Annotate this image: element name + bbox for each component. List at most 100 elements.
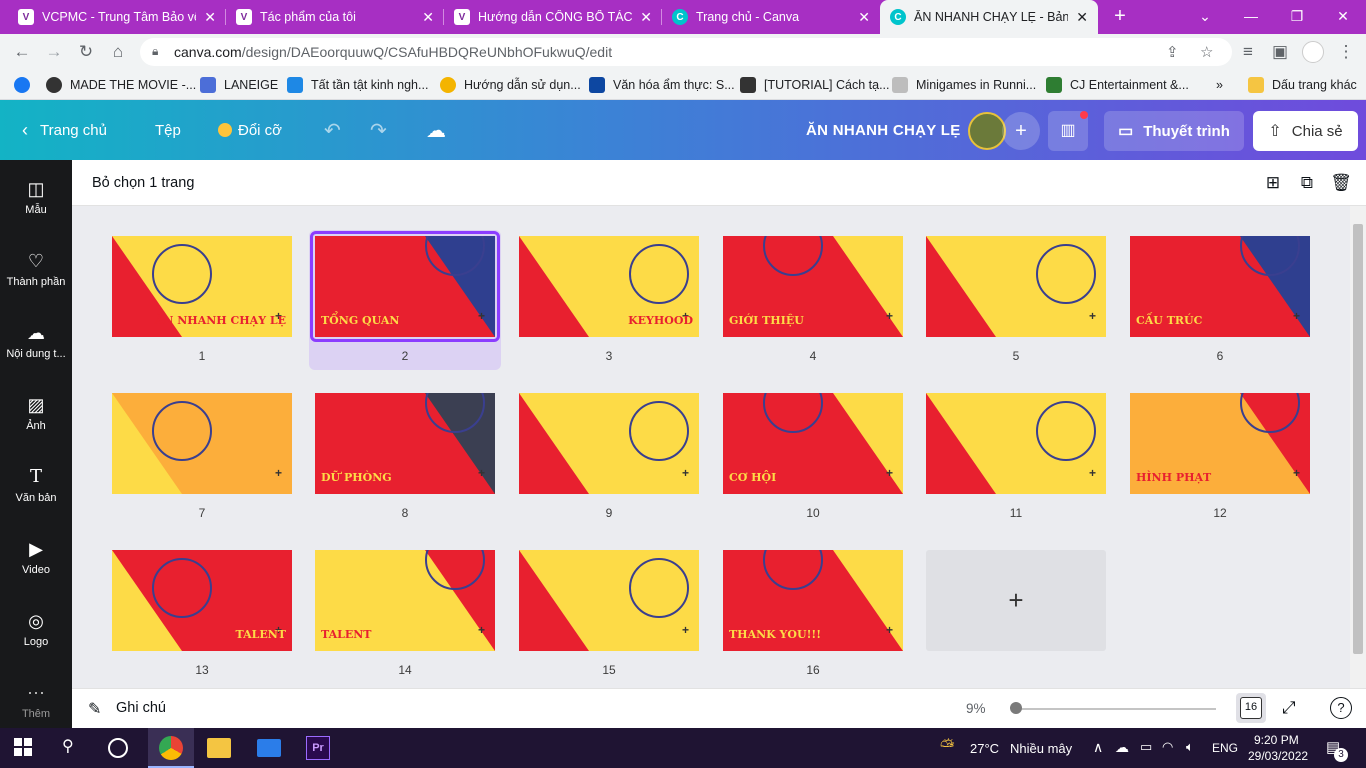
page-thumbnail-7[interactable]: +: [112, 393, 292, 494]
add-page-button[interactable]: +: [926, 550, 1106, 651]
sidebar-item-templates[interactable]: ◫ Mẫu: [0, 178, 72, 216]
bookmark-item[interactable]: Tất tần tật kinh ngh...: [287, 76, 428, 94]
fullscreen-icon[interactable]: ⤢: [1282, 698, 1296, 718]
notes-icon[interactable]: ✎: [88, 699, 101, 719]
collaborator-avatar[interactable]: [968, 112, 1006, 150]
share-button[interactable]: ⇧ Chia sẻ: [1253, 111, 1358, 151]
home-link[interactable]: ‹ Trang chủ: [22, 100, 107, 160]
close-tab-icon[interactable]: ✕: [204, 9, 216, 26]
page-thumbnail-3[interactable]: + KEYHOOD: [519, 236, 699, 337]
deselect-page-label[interactable]: Bỏ chọn 1 trang: [92, 175, 194, 191]
bookmark-item[interactable]: MADE THE MOVIE -...: [46, 76, 196, 94]
duplicate-page-icon[interactable]: ⧉: [1296, 172, 1318, 194]
notes-button[interactable]: Ghi chú: [116, 700, 166, 716]
add-collaborator-icon[interactable]: +: [1002, 112, 1040, 150]
scrollbar-thumb[interactable]: [1353, 224, 1363, 654]
volume-icon[interactable]: 🔈︎: [1186, 739, 1194, 755]
page-thumbnail-6[interactable]: + CẤU TRÚC: [1130, 236, 1310, 337]
sidebar-item-more[interactable]: ⋯ Thêm: [0, 682, 72, 720]
bookmark-item[interactable]: Hướng dẫn sử dụn...: [440, 76, 581, 94]
task-view-icon[interactable]: [108, 738, 128, 758]
redo-icon[interactable]: ↷: [370, 100, 387, 160]
weather-icon[interactable]: ⛅︎: [940, 736, 964, 760]
page-thumbnail-10[interactable]: + CƠ HỘI: [723, 393, 903, 494]
browser-tab-guide[interactable]: V Hướng dẫn CÔNG BỐ TÁC PH ✕: [444, 0, 662, 34]
sidebar-item-uploads[interactable]: ☁ Nội dung t...: [0, 322, 72, 360]
undo-icon[interactable]: ↶: [324, 100, 341, 160]
other-bookmarks[interactable]: Dấu trang khác: [1248, 76, 1357, 94]
close-tab-icon[interactable]: ✕: [640, 9, 652, 26]
page-thumbnail-16[interactable]: + THANK YOU!!!: [723, 550, 903, 651]
browser-tab-vcpmc[interactable]: V VCPMC - Trung Tâm Bảo vệ Q ✕: [8, 0, 226, 34]
minimize-icon[interactable]: —: [1228, 0, 1274, 34]
sidebar-item-photos[interactable]: ▨ Ảnh: [0, 394, 72, 432]
reload-icon[interactable]: ↻: [74, 40, 98, 64]
media-control-icon[interactable]: ≡: [1236, 40, 1260, 64]
forward-icon[interactable]: →: [42, 40, 66, 64]
page-thumbnail-1[interactable]: + ĂN NHANH CHẠY LẸ: [112, 236, 292, 337]
weather-temp[interactable]: 27°C: [970, 741, 999, 756]
close-tab-icon[interactable]: ✕: [858, 9, 870, 26]
page-thumbnail-12[interactable]: + HÌNH PHẠT: [1130, 393, 1310, 494]
bookmark-star-icon[interactable]: ☆: [1200, 43, 1213, 61]
mail-icon[interactable]: [257, 739, 281, 757]
tray-chevron-icon[interactable]: ∧: [1093, 739, 1103, 756]
sidebar-item-video[interactable]: ▶ Video: [0, 538, 72, 576]
zoom-slider-handle[interactable]: [1010, 702, 1022, 714]
zoom-slider[interactable]: [1016, 708, 1216, 710]
restore-icon[interactable]: ❐: [1274, 0, 1320, 34]
help-icon[interactable]: ?: [1330, 697, 1352, 719]
grid-scrollbar[interactable]: [1350, 206, 1366, 688]
page-thumbnail-13[interactable]: + TALENT: [112, 550, 292, 651]
tab-search-icon[interactable]: ⌄: [1182, 0, 1228, 34]
bookmark-item[interactable]: Minigames in Runni...: [892, 76, 1036, 94]
wifi-icon[interactable]: ◠: [1162, 739, 1173, 755]
design-title[interactable]: ĂN NHANH CHẠY LẸ: [806, 122, 961, 139]
url-bar[interactable]: 🔒︎ canva.com/design/DAEoorquuwQ/CSAfuHBD…: [140, 38, 1232, 66]
close-window-icon[interactable]: ✕: [1320, 0, 1366, 34]
bookmarks-overflow-icon[interactable]: »: [1216, 76, 1223, 94]
present-button[interactable]: ▭ Thuyết trình: [1104, 111, 1244, 151]
browser-tab-active-design[interactable]: C ĂN NHANH CHẠY LẸ - Bản th ✕: [880, 0, 1098, 34]
share-page-icon[interactable]: ⇪: [1166, 43, 1179, 61]
sidebar-item-logo[interactable]: ◎ Logo: [0, 610, 72, 648]
page-thumbnail-4[interactable]: + GIỚI THIỆU: [723, 236, 903, 337]
bookmark-item[interactable]: LANEIGE: [200, 76, 278, 94]
bookmark-item[interactable]: [14, 76, 38, 94]
bookmark-item[interactable]: Văn hóa ẩm thực: S...: [589, 76, 735, 94]
cloud-saved-icon[interactable]: ☁: [426, 100, 446, 160]
onedrive-icon[interactable]: ☁: [1115, 739, 1129, 756]
browser-tab-canva-home[interactable]: C Trang chủ - Canva ✕: [662, 0, 880, 34]
premiere-pro-icon[interactable]: Pr: [306, 736, 330, 760]
clock-date[interactable]: 29/03/2022: [1248, 749, 1308, 763]
bookmark-item[interactable]: CJ Entertainment &...: [1046, 76, 1189, 94]
file-menu[interactable]: Tệp: [155, 100, 181, 160]
page-thumbnail-15[interactable]: +: [519, 550, 699, 651]
battery-icon[interactable]: ▭: [1140, 739, 1152, 755]
page-count-badge[interactable]: 16: [1240, 697, 1262, 719]
add-page-icon[interactable]: ⊞: [1262, 172, 1284, 194]
resize-button[interactable]: Đổi cỡ: [218, 100, 282, 160]
search-icon[interactable]: ⚲: [62, 736, 86, 760]
delete-page-icon[interactable]: 🗑︎: [1330, 172, 1352, 194]
bookmark-item[interactable]: [TUTORIAL] Cách tạ...: [740, 76, 890, 94]
back-icon[interactable]: ←: [10, 40, 34, 64]
clock-time[interactable]: 9:20 PM: [1254, 733, 1299, 747]
sidebar-item-text[interactable]: T Văn bản: [0, 466, 72, 504]
language-indicator[interactable]: ENG: [1212, 741, 1238, 755]
page-thumbnail-11[interactable]: +: [926, 393, 1106, 494]
side-panel-icon[interactable]: ▣: [1268, 40, 1292, 64]
page-thumbnail-8[interactable]: + DỮ PHÒNG: [315, 393, 495, 494]
browser-menu-icon[interactable]: ⋮: [1334, 40, 1358, 64]
page-thumbnail-9[interactable]: +: [519, 393, 699, 494]
new-tab-button[interactable]: +: [1108, 4, 1132, 28]
windows-start-icon[interactable]: [14, 738, 32, 756]
browser-tab-my-works[interactable]: V Tác phẩm của tôi ✕: [226, 0, 444, 34]
close-tab-icon[interactable]: ✕: [422, 9, 434, 26]
weather-desc[interactable]: Nhiều mây: [1010, 741, 1072, 756]
file-explorer-icon[interactable]: [207, 738, 231, 758]
sidebar-item-elements[interactable]: ♡ Thành phần: [0, 250, 72, 288]
home-icon[interactable]: ⌂: [106, 40, 130, 64]
profile-avatar[interactable]: [1302, 41, 1324, 63]
page-thumbnail-14[interactable]: + TALENT: [315, 550, 495, 651]
